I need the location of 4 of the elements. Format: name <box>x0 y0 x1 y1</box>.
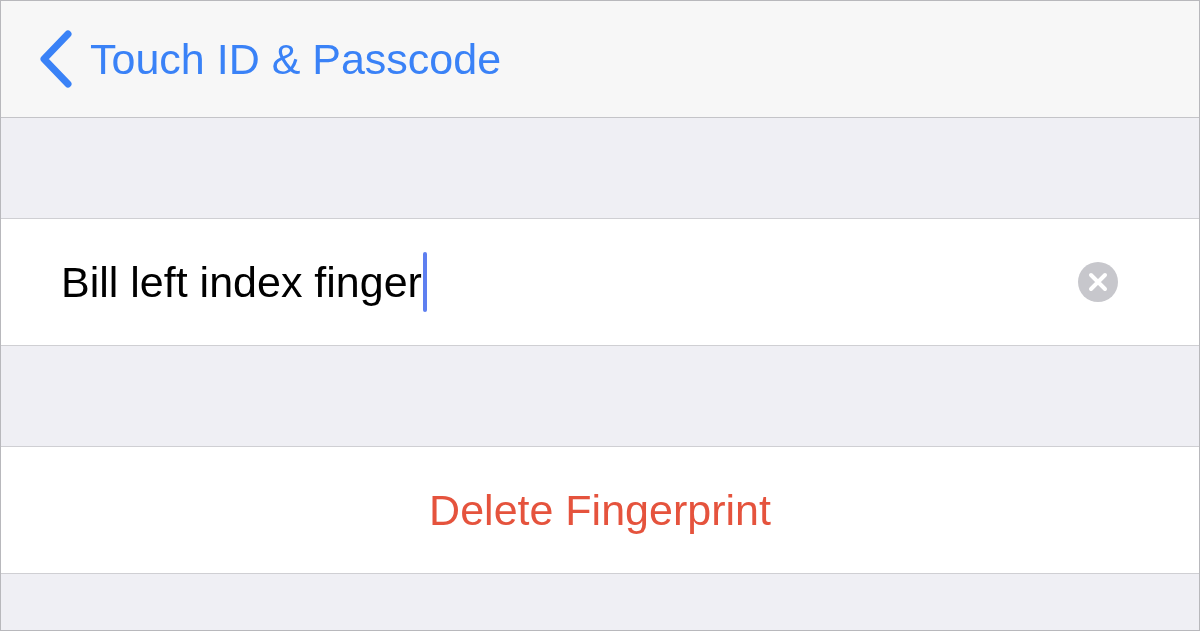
clear-icon[interactable] <box>1077 261 1119 303</box>
back-chevron-icon <box>38 30 74 88</box>
back-button[interactable]: Touch ID & Passcode <box>38 30 502 88</box>
name-field[interactable]: Bill left index finger <box>1 219 1199 345</box>
